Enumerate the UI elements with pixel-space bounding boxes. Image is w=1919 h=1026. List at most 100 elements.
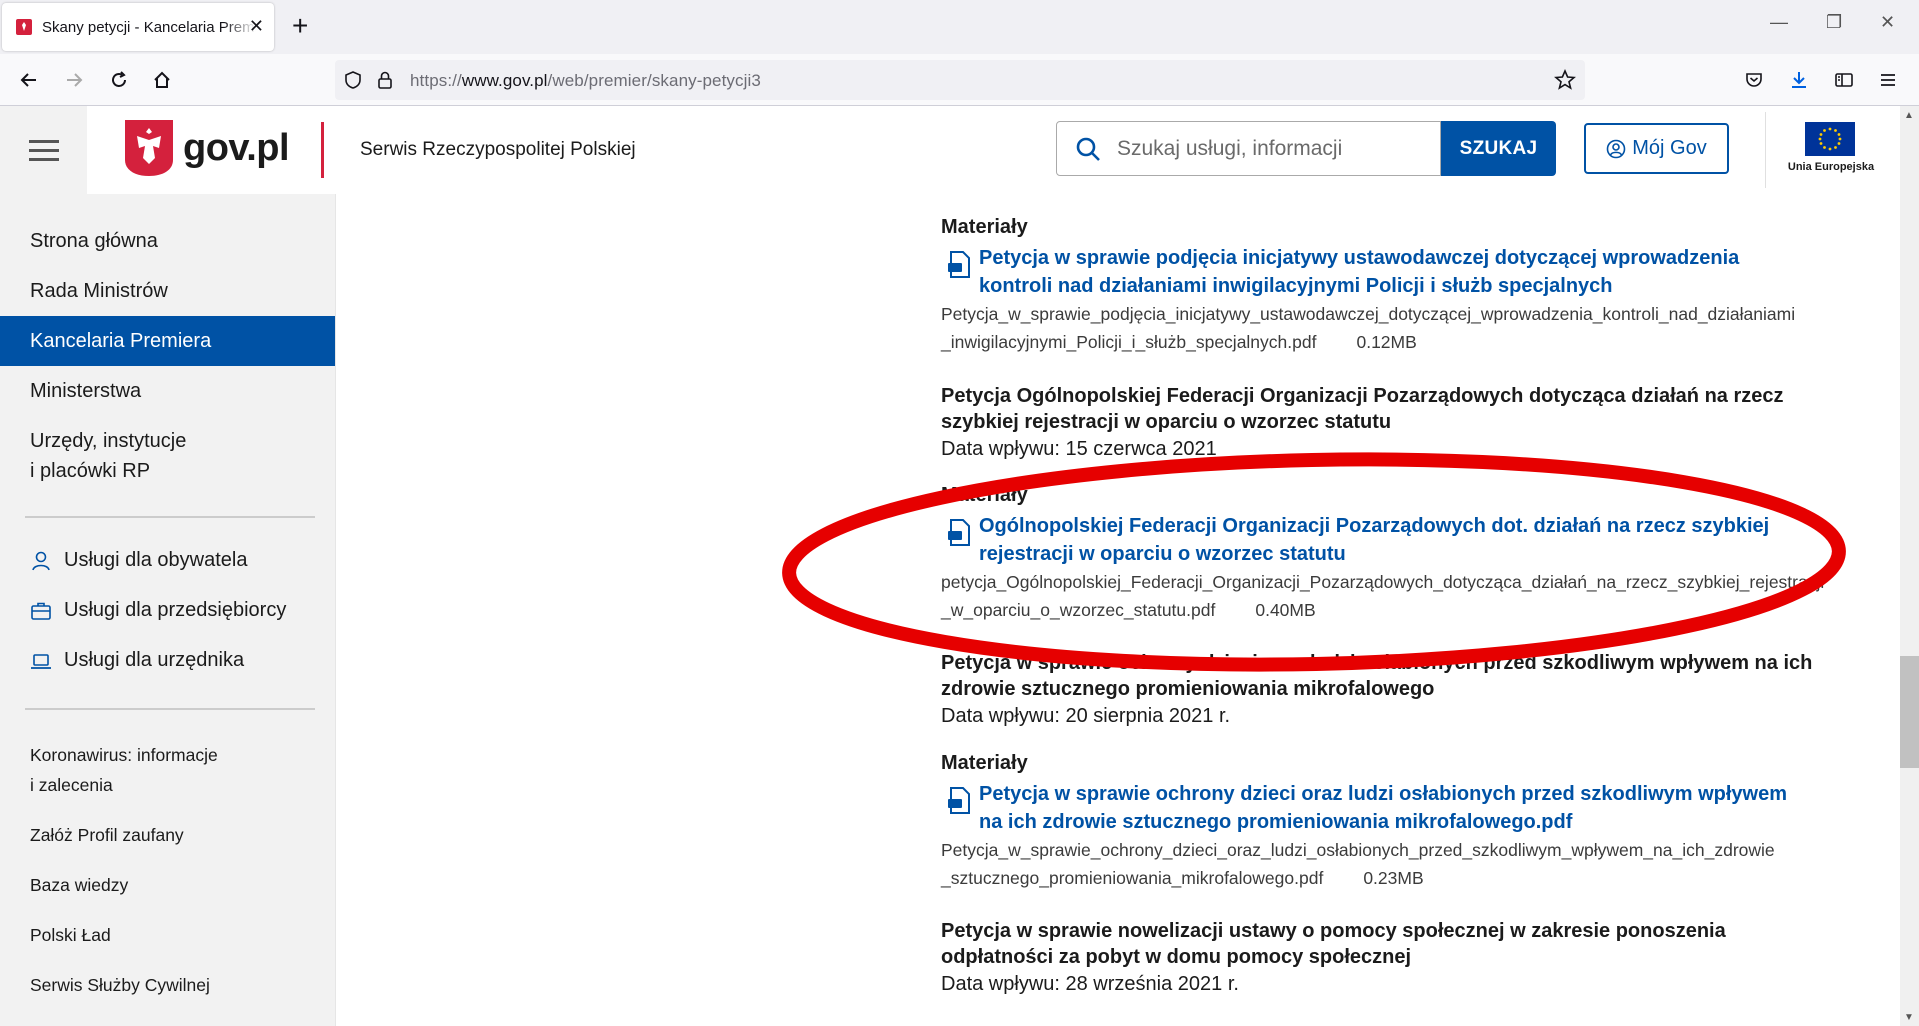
attachment-link[interactable]: Petycja w sprawie ochrony dzieci oraz lu… bbox=[979, 780, 1859, 836]
scrollbar-thumb[interactable] bbox=[1900, 656, 1919, 768]
sidebar-toggle-icon[interactable] bbox=[1830, 66, 1858, 94]
sidebar-divider bbox=[25, 516, 315, 518]
eu-flag-icon[interactable] bbox=[1805, 122, 1855, 156]
polish-eagle-emblem-icon bbox=[125, 120, 173, 176]
sidebar-item-ministerstwa[interactable]: Ministerstwa bbox=[0, 376, 335, 406]
petition-date: Data wpływu: 15 czerwca 2021 bbox=[941, 438, 1217, 460]
eu-divider bbox=[1765, 112, 1766, 188]
sidebar-item-urzedy[interactable]: Urzędy, instytucje i placówki RP bbox=[0, 426, 335, 486]
pocket-icon[interactable] bbox=[1740, 66, 1768, 94]
tab-close-icon[interactable]: ✕ bbox=[249, 17, 264, 35]
sidebar-link-baza-wiedzy[interactable]: Baza wiedzy bbox=[30, 870, 128, 900]
petition-title: Petycja w sprawie ochrony dzieci oraz lu… bbox=[941, 652, 1813, 700]
sidebar-item-urzedy-line1: Urzędy, instytucje bbox=[30, 430, 187, 452]
briefcase-icon bbox=[31, 602, 51, 620]
materials-heading: Materiały bbox=[941, 484, 1028, 506]
sidebar-link-sluzba-cywilna[interactable]: Serwis Służby Cywilnej bbox=[30, 970, 210, 1000]
attachment-filename: _sztucznego_promieniowania_mikrofalowego… bbox=[941, 868, 1324, 888]
url-text[interactable]: https://www.gov.pl/web/premier/skany-pet… bbox=[410, 71, 761, 91]
petition-title: Petycja w sprawie nowelizacji ustawy o p… bbox=[941, 920, 1726, 968]
pdf-file-icon bbox=[948, 251, 970, 278]
sidebar-item-uslugi-obywatel[interactable]: Usługi dla obywatela bbox=[30, 549, 247, 572]
forward-icon[interactable] bbox=[60, 66, 88, 94]
pdf-file-icon bbox=[948, 519, 970, 546]
sidebar-link-polski-lad[interactable]: Polski Ład bbox=[30, 920, 111, 950]
scroll-up-icon[interactable]: ▲ bbox=[1904, 110, 1914, 121]
main-content: Materiały Petycja w sprawie podjęcia ini… bbox=[335, 194, 1900, 1026]
address-bar[interactable]: https://www.gov.pl/web/premier/skany-pet… bbox=[335, 60, 1585, 100]
attachment-file-info: Petycja_w_sprawie_podjęcia_inicjatywy_us… bbox=[941, 300, 1871, 356]
attachment-link[interactable]: Ogólnopolskiej Federacji Organizacji Poz… bbox=[979, 512, 1859, 568]
pdf-file-icon bbox=[948, 787, 970, 814]
search-button[interactable]: SZUKAJ bbox=[1441, 121, 1556, 176]
back-icon[interactable] bbox=[15, 66, 43, 94]
attachment-size: 0.12MB bbox=[1356, 332, 1417, 352]
attachment-filename: petycja_Ogólnopolskiej_Federacji_Organiz… bbox=[941, 572, 1825, 592]
sidebar: Strona główna Rada Ministrów Kancelaria … bbox=[0, 194, 335, 1026]
moj-gov-button[interactable]: Mój Gov bbox=[1584, 123, 1729, 174]
sidebar-item-label: Usługi dla urzędnika bbox=[64, 649, 245, 671]
bookmark-star-icon[interactable] bbox=[1554, 69, 1576, 91]
sidebar-item-urzedy-line2: i placówki RP bbox=[30, 460, 151, 482]
scroll-down-icon[interactable]: ▼ bbox=[1904, 1012, 1914, 1023]
app-menu-icon[interactable] bbox=[1874, 66, 1902, 94]
petition-title: Petycja Ogólnopolskiej Federacji Organiz… bbox=[941, 385, 1784, 433]
search-input[interactable] bbox=[1117, 123, 1427, 174]
eu-label: Unia Europejska bbox=[1787, 161, 1875, 173]
sidebar-item-uslugi-przedsiebiorca[interactable]: Usługi dla przedsiębiorcy bbox=[30, 599, 286, 622]
sidebar-item-label: Usługi dla obywatela bbox=[64, 549, 248, 571]
minimize-icon[interactable]: — bbox=[1770, 12, 1788, 33]
attachment-file-info: Petycja_w_sprawie_ochrony_dzieci_oraz_lu… bbox=[941, 836, 1871, 892]
reload-icon[interactable] bbox=[105, 66, 133, 94]
attachment-filename: Petycja_w_sprawie_podjęcia_inicjatywy_us… bbox=[941, 304, 1796, 324]
sidebar-item-kancelaria-premiera[interactable]: Kancelaria Premiera bbox=[0, 316, 335, 366]
downloads-icon[interactable] bbox=[1785, 66, 1813, 94]
user-circle-icon bbox=[1606, 139, 1626, 158]
logo-divider bbox=[321, 122, 324, 178]
sidebar-divider bbox=[25, 708, 315, 710]
sidebar-item-rada-ministrow[interactable]: Rada Ministrów bbox=[0, 276, 335, 306]
attachment-filename: Petycja_w_sprawie_ochrony_dzieci_oraz_lu… bbox=[941, 840, 1775, 860]
attachment-size: 0.23MB bbox=[1363, 868, 1424, 888]
search-icon bbox=[1076, 137, 1100, 161]
close-window-icon[interactable]: ✕ bbox=[1880, 12, 1895, 33]
new-tab-icon[interactable]: + bbox=[292, 12, 308, 40]
sidebar-link-koronawirus-line1: Koronawirus: informacje bbox=[30, 745, 218, 765]
sidebar-link-koronawirus[interactable]: Koronawirus: informacje i zalecenia bbox=[30, 740, 218, 800]
laptop-icon bbox=[31, 653, 51, 669]
attachment: Petycja w sprawie ochrony dzieci oraz lu… bbox=[941, 780, 1861, 888]
search-field[interactable] bbox=[1056, 121, 1441, 176]
attachment-link[interactable]: Petycja w sprawie podjęcia inicjatywy us… bbox=[979, 244, 1859, 300]
shield-icon[interactable] bbox=[343, 70, 363, 90]
tab-title: Skany petycji - Kancelaria Premiera bbox=[42, 18, 256, 36]
sidebar-item-label: Usługi dla przedsiębiorcy bbox=[64, 599, 287, 621]
home-icon[interactable] bbox=[148, 66, 176, 94]
attachment-filename: _inwigilacyjnymi_Policji_i_służb_specjal… bbox=[941, 332, 1317, 352]
gov-favicon-icon bbox=[16, 19, 32, 35]
attachment: Ogólnopolskiej Federacji Organizacji Poz… bbox=[941, 512, 1861, 620]
attachment: Petycja w sprawie podjęcia inicjatywy us… bbox=[941, 244, 1861, 352]
sidebar-link-koronawirus-line2: i zalecenia bbox=[30, 775, 113, 795]
browser-tab-bar: Skany petycji - Kancelaria Premiera ✕ + … bbox=[0, 0, 1919, 54]
logo-text: gov.pl bbox=[183, 126, 290, 169]
sidebar-link-profil-zaufany[interactable]: Załóż Profil zaufany bbox=[30, 820, 184, 850]
attachment-file-info: petycja_Ogólnopolskiej_Federacji_Organiz… bbox=[941, 568, 1871, 624]
sidebar-item-uslugi-urzednik[interactable]: Usługi dla urzędnika bbox=[30, 649, 244, 672]
hamburger-menu-icon[interactable] bbox=[0, 106, 87, 194]
materials-heading: Materiały bbox=[941, 752, 1028, 774]
moj-gov-label: Mój Gov bbox=[1632, 137, 1707, 159]
browser-tab[interactable]: Skany petycji - Kancelaria Premiera ✕ bbox=[2, 3, 274, 51]
person-icon bbox=[32, 551, 50, 570]
materials-heading: Materiały bbox=[941, 216, 1028, 238]
service-name: Serwis Rzeczypospolitej Polskiej bbox=[360, 139, 636, 160]
gov-logo[interactable]: gov.pl bbox=[125, 120, 290, 176]
site-header: gov.pl Serwis Rzeczypospolitej Polskiej … bbox=[0, 106, 1900, 194]
attachment-filename: _w_oparciu_o_wzorzec_statutu.pdf bbox=[941, 600, 1216, 620]
page-scrollbar[interactable] bbox=[1900, 106, 1919, 1026]
sidebar-item-strona-glowna[interactable]: Strona główna bbox=[0, 226, 335, 256]
attachment-size: 0.40MB bbox=[1255, 600, 1316, 620]
petition-date: Data wpływu: 28 września 2021 r. bbox=[941, 973, 1239, 995]
lock-icon[interactable] bbox=[376, 70, 394, 90]
restore-icon[interactable]: ❐ bbox=[1826, 12, 1842, 33]
browser-nav-bar: https://www.gov.pl/web/premier/skany-pet… bbox=[0, 54, 1919, 106]
